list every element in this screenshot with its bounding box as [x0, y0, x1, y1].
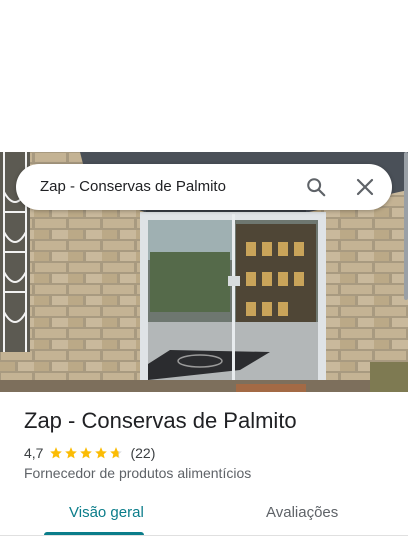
star-icon: [95, 447, 108, 459]
tab-divider: [0, 535, 408, 536]
star-icon: [80, 447, 93, 459]
close-icon[interactable]: [351, 173, 379, 201]
rating-value: 4,7: [24, 445, 44, 461]
search-icon[interactable]: [302, 173, 330, 201]
star-icon: [50, 447, 63, 459]
scrollbar[interactable]: [404, 152, 408, 300]
star-rating: [49, 446, 124, 460]
review-count[interactable]: (22): [130, 445, 155, 461]
star-half-icon: [110, 447, 123, 459]
place-category: Fornecedor de produtos alimentícios: [24, 465, 252, 481]
map-area-blank: [0, 0, 408, 152]
tab-bar: Visão geral Avaliações: [0, 496, 408, 544]
search-input[interactable]: Zap - Conservas de Palmito: [40, 178, 226, 195]
place-title: Zap - Conservas de Palmito: [24, 408, 297, 433]
star-icon: [65, 447, 78, 459]
tab-overview[interactable]: Visão geral: [69, 504, 144, 521]
tab-reviews[interactable]: Avaliações: [266, 504, 338, 521]
search-bar[interactable]: Zap - Conservas de Palmito: [16, 164, 392, 210]
rating-row[interactable]: 4,7 (22): [24, 444, 155, 462]
